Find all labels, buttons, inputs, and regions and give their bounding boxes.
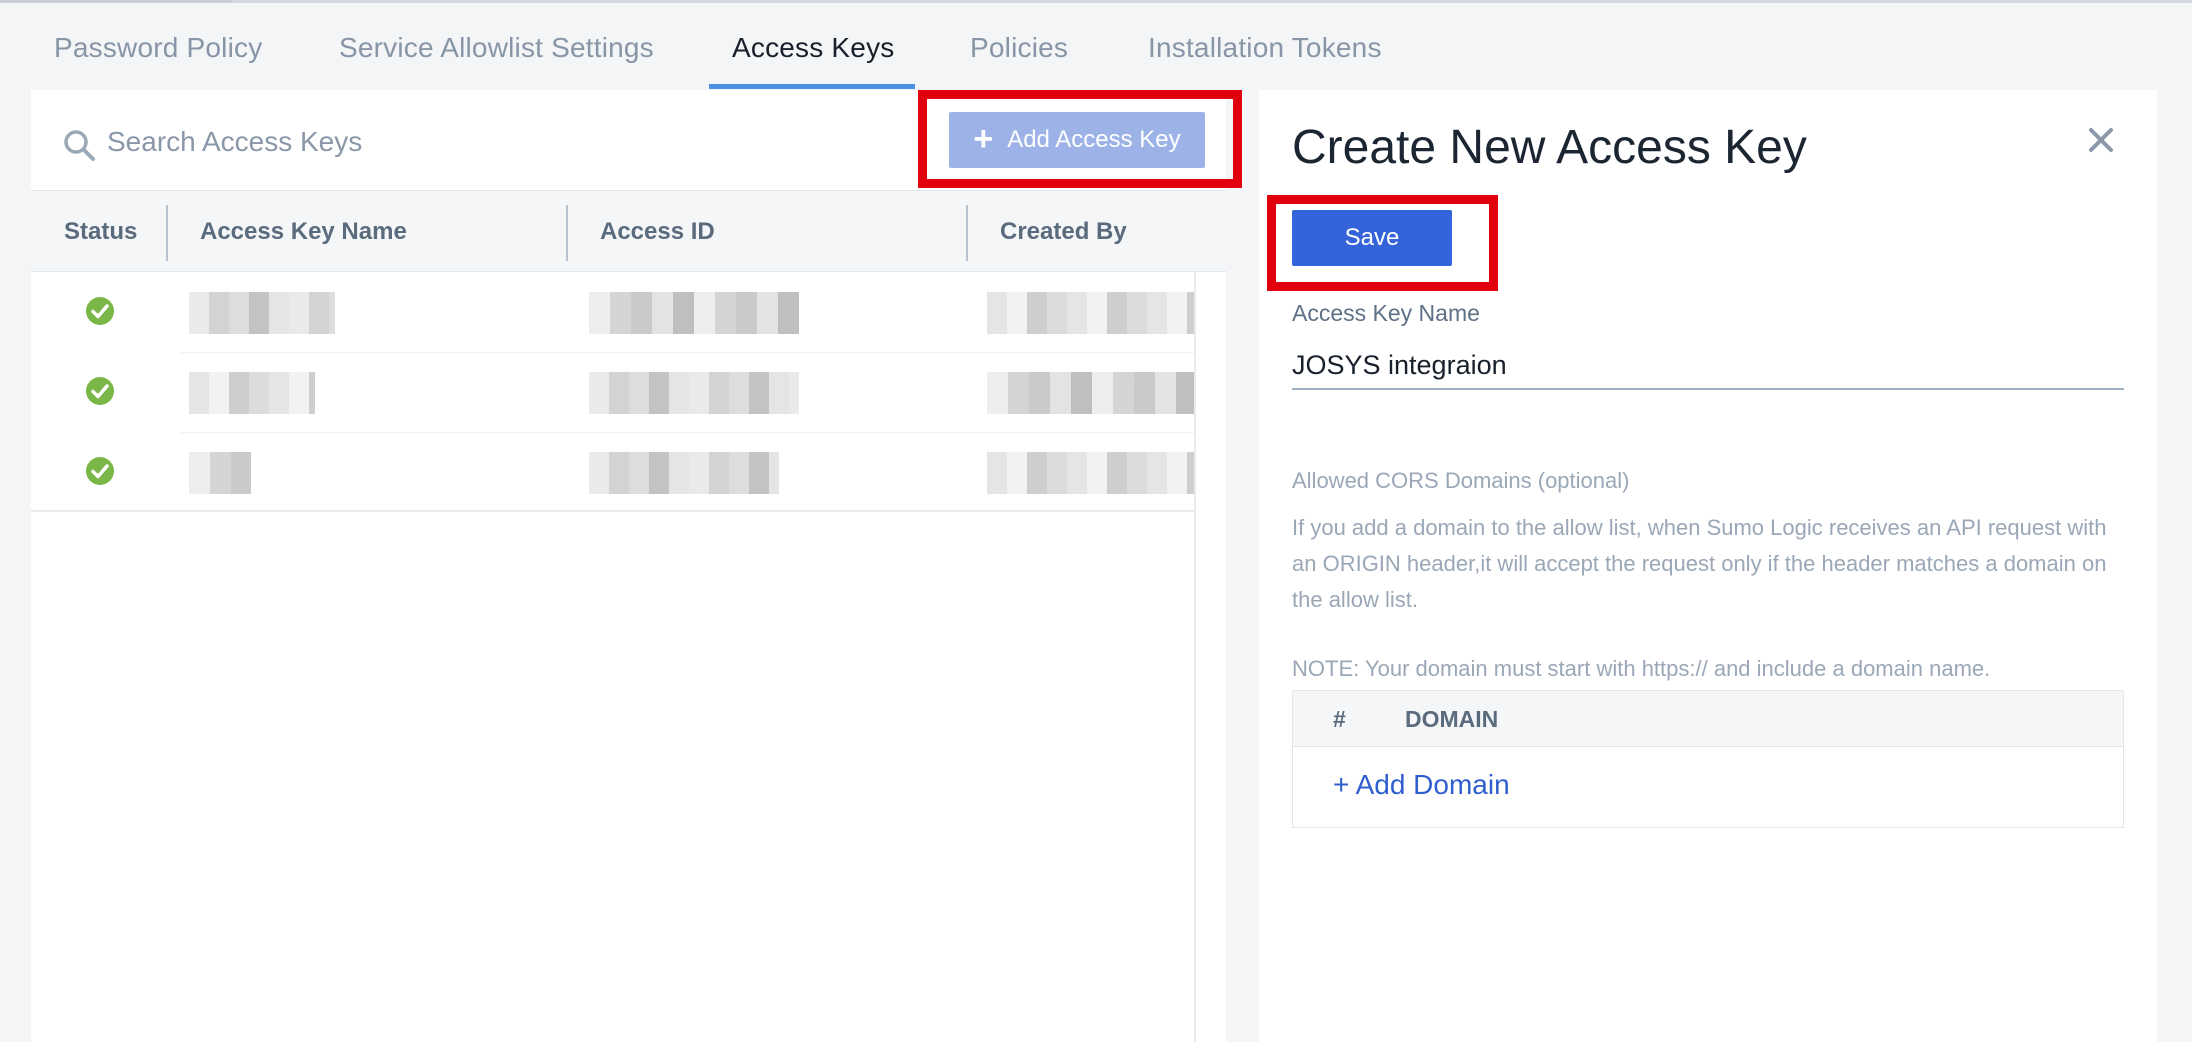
create-access-key-panel: Create New Access Key Save Access Key Na… [1259,90,2157,1042]
column-resize-handle[interactable] [166,205,168,261]
tab-password-policy[interactable]: Password Policy [54,32,262,90]
table-row[interactable] [31,432,1195,512]
tab-installation-tokens[interactable]: Installation Tokens [1148,32,1382,90]
domain-column-number: # [1333,706,1346,732]
domain-table: # DOMAIN + Add Domain [1292,690,2124,828]
access-keys-panel: + Add Access Key Status Access Key Name … [31,90,1226,1042]
search-input[interactable] [107,118,807,166]
check-circle-icon [86,457,114,485]
redacted-access-key-name [189,452,251,494]
redacted-access-id [589,372,799,414]
access-key-name-label: Access Key Name [1292,300,1480,326]
tab-access-keys[interactable]: Access Keys [732,32,894,90]
cors-domains-label: Allowed CORS Domains (optional) [1292,468,1630,493]
column-header-access-key-name[interactable]: Access Key Name [200,191,407,273]
search-bar: + Add Access Key [31,90,1226,190]
tab-policies[interactable]: Policies [970,32,1068,90]
redacted-created-by [987,372,1195,414]
table-row[interactable] [31,352,1195,432]
search-icon [64,130,95,161]
redacted-created-by [987,452,1195,494]
add-access-key-button[interactable]: + Add Access Key [949,112,1205,168]
panel-title: Create New Access Key [1292,121,1807,174]
add-domain-link[interactable]: + Add Domain [1333,769,1510,801]
domain-column-domain: DOMAIN [1405,706,1499,732]
column-header-access-id[interactable]: Access ID [600,191,715,273]
close-icon[interactable] [2081,120,2121,160]
table-row[interactable] [31,272,1195,352]
column-resize-handle[interactable] [966,205,968,261]
column-header-created-by[interactable]: Created By [1000,191,1127,273]
check-circle-icon [86,377,114,405]
save-button[interactable]: Save [1292,210,1452,266]
redacted-access-key-name [189,372,315,414]
redacted-access-id [589,292,799,334]
column-header-status[interactable]: Status [64,191,137,273]
cors-description: If you add a domain to the allow list, w… [1292,515,2107,612]
table-right-border [1194,272,1196,1042]
add-access-key-label: Add Access Key [1007,126,1181,153]
domain-table-header: # DOMAIN [1293,691,2123,747]
table-header: Status Access Key Name Access ID Created… [31,190,1226,272]
plus-icon: + [973,119,994,158]
column-resize-handle[interactable] [566,205,568,261]
redacted-access-key-name [189,292,335,334]
tab-service-allowlist-settings[interactable]: Service Allowlist Settings [339,32,654,90]
active-tab-indicator [709,84,915,89]
cors-note: NOTE: Your domain must start with https:… [1292,656,1991,681]
check-circle-icon [86,297,114,325]
redacted-access-id [589,452,779,494]
tab-bar: Password Policy Service Allowlist Settin… [0,0,2192,90]
redacted-created-by [987,292,1195,334]
table-bottom-border [31,510,1195,512]
access-key-name-input[interactable] [1292,342,2124,390]
